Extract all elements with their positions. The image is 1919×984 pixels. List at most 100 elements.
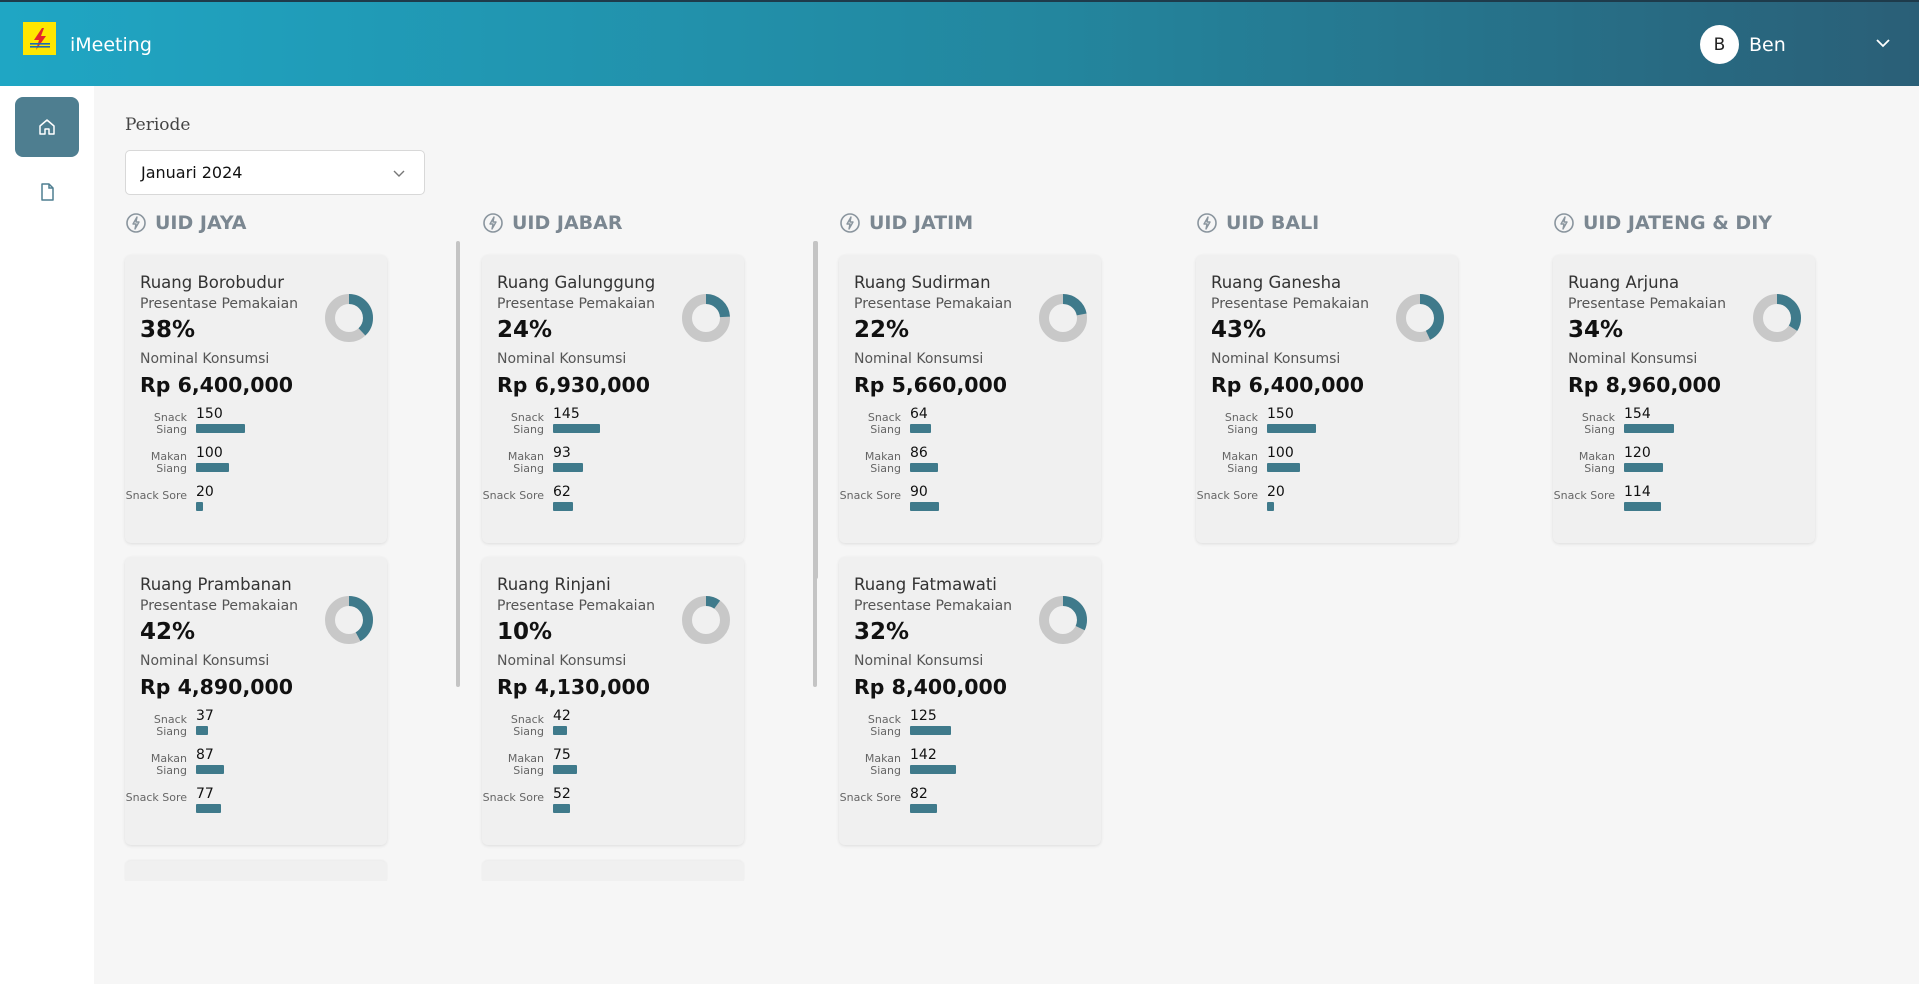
room-card-partial[interactable] xyxy=(125,861,387,881)
consumption-bar xyxy=(910,726,951,735)
consumption-row: Snack Sore 114 xyxy=(1553,484,1815,514)
consumption-item-value: 150 xyxy=(1267,406,1294,422)
consumption-row: Snack Sore 52 xyxy=(482,786,744,816)
user-menu[interactable]: B Ben xyxy=(1700,25,1786,64)
document-icon xyxy=(41,183,54,201)
consumption-item-value: 154 xyxy=(1624,406,1651,422)
consumption-item-label: Snack Siang xyxy=(867,713,901,738)
consumption-item-label: Snack Siang xyxy=(153,713,187,738)
region-header: UID JAYA xyxy=(125,212,246,234)
consumption-item-label: Snack Sore xyxy=(839,489,901,502)
consumption-item-label: Makan Siang xyxy=(507,752,544,777)
room-card[interactable]: Ruang Borobudur Presentase Pemakaian 38% No… xyxy=(125,255,387,543)
sidebar xyxy=(0,86,94,984)
consumption-row: Snack Siang 150 xyxy=(125,406,387,436)
consumption-bar xyxy=(553,502,573,511)
consumption-item-label: Makan Siang xyxy=(150,752,187,777)
usage-label: Presentase Pemakaian xyxy=(497,296,656,312)
consumption-bar xyxy=(910,804,937,813)
room-card[interactable]: Ruang Arjuna Presentase Pemakaian 34% Nomin… xyxy=(1553,255,1815,543)
region-title: UID JABAR xyxy=(512,212,623,234)
consumption-nominal: Rp 6,400,000 xyxy=(1211,373,1365,397)
consumption-item-label: Snack Siang xyxy=(867,411,901,436)
lightning-icon xyxy=(840,213,860,233)
consumption-bar xyxy=(196,424,245,433)
consumption-row: Makan Siang 87 xyxy=(125,747,387,777)
column-scrollbar[interactable] xyxy=(814,241,818,579)
consumption-label: Nominal Konsumsi xyxy=(140,351,270,367)
room-name: Ruang Borobudur xyxy=(140,273,285,292)
usage-percent: 34% xyxy=(1568,317,1624,343)
usage-donut-chart xyxy=(1039,596,1087,644)
consumption-bar xyxy=(1267,424,1316,433)
room-card[interactable]: Ruang Sudirman Presentase Pemakaian 22% Nom… xyxy=(839,255,1101,543)
usage-label: Presentase Pemakaian xyxy=(140,296,299,312)
consumption-item-value: 20 xyxy=(196,484,214,500)
room-card[interactable]: Ruang Galunggung Presentase Pemakaian 24% N… xyxy=(482,255,744,543)
usage-percent: 32% xyxy=(854,619,910,645)
consumption-item-label: Snack Sore xyxy=(125,489,187,502)
consumption-item-value: 93 xyxy=(553,445,571,461)
consumption-nominal: Rp 8,960,000 xyxy=(1568,373,1722,397)
consumption-item-value: 114 xyxy=(1624,484,1651,500)
consumption-label: Nominal Konsumsi xyxy=(854,653,984,669)
consumption-row: Snack Siang 42 xyxy=(482,708,744,738)
sidebar-item-home[interactable] xyxy=(15,97,79,157)
consumption-row: Snack Siang 145 xyxy=(482,406,744,436)
app-logo[interactable] xyxy=(23,22,56,55)
sidebar-item-document[interactable] xyxy=(15,162,79,222)
consumption-bar xyxy=(196,463,229,472)
user-name[interactable]: Ben xyxy=(1749,34,1786,56)
column-scrollbar[interactable] xyxy=(456,241,460,687)
consumption-row: Snack Siang 154 xyxy=(1553,406,1815,436)
consumption-row: Makan Siang 93 xyxy=(482,445,744,475)
room-card-partial[interactable] xyxy=(482,861,744,881)
consumption-nominal: Rp 6,400,000 xyxy=(140,373,294,397)
consumption-row: Makan Siang 100 xyxy=(1196,445,1458,475)
consumption-item-value: 125 xyxy=(910,708,937,724)
usage-percent: 43% xyxy=(1211,317,1267,343)
region-title: UID BALI xyxy=(1226,212,1320,234)
consumption-label: Nominal Konsumsi xyxy=(497,653,627,669)
donut-track xyxy=(682,596,730,644)
consumption-nominal: Rp 6,930,000 xyxy=(497,373,651,397)
chevron-down-icon[interactable] xyxy=(1875,36,1891,50)
consumption-row: Snack Siang 64 xyxy=(839,406,1101,436)
consumption-item-label: Snack Sore xyxy=(482,489,544,502)
usage-donut-chart xyxy=(325,596,373,644)
room-card[interactable]: Ruang Ganesha Presentase Pemakaian 43% Nomi… xyxy=(1196,255,1458,543)
region-header: UID JABAR xyxy=(482,212,622,234)
lightning-icon xyxy=(126,213,146,233)
consumption-item-label: Makan Siang xyxy=(1221,450,1258,475)
room-card[interactable]: Ruang Prambanan Presentase Pemakaian 42% No… xyxy=(125,557,387,845)
chevron-down-icon xyxy=(393,170,405,177)
consumption-item-label: Snack Sore xyxy=(482,791,544,804)
consumption-item-value: 82 xyxy=(910,786,928,802)
periode-select[interactable]: Januari 2024 xyxy=(125,150,425,195)
consumption-row: Makan Siang 142 xyxy=(839,747,1101,777)
usage-donut-chart xyxy=(325,294,373,342)
room-name: Ruang Ganesha xyxy=(1211,273,1342,292)
consumption-row: Makan Siang 120 xyxy=(1553,445,1815,475)
region-title: UID JATIM xyxy=(869,212,974,234)
consumption-nominal: Rp 4,130,000 xyxy=(497,675,651,699)
consumption-row: Makan Siang 75 xyxy=(482,747,744,777)
consumption-item-value: 100 xyxy=(1267,445,1294,461)
consumption-row: Snack Sore 20 xyxy=(1196,484,1458,514)
consumption-item-label: Snack Siang xyxy=(510,713,544,738)
consumption-label: Nominal Konsumsi xyxy=(1568,351,1698,367)
consumption-bar xyxy=(553,726,567,735)
usage-percent: 42% xyxy=(140,619,196,645)
room-card[interactable]: Ruang Fatmawati Presentase Pemakaian 32% No… xyxy=(839,557,1101,845)
consumption-item-value: 150 xyxy=(196,406,223,422)
home-icon xyxy=(39,119,55,135)
consumption-row: Snack Sore 82 xyxy=(839,786,1101,816)
room-name: Ruang Fatmawati xyxy=(854,575,997,594)
usage-donut-chart xyxy=(1753,294,1801,342)
usage-donut-chart xyxy=(1396,294,1444,342)
consumption-item-label: Snack Siang xyxy=(153,411,187,436)
room-card[interactable]: Ruang Rinjani Presentase Pemakaian 10% Nomi… xyxy=(482,557,744,845)
usage-percent: 22% xyxy=(854,317,910,343)
region-header: UID JATIM xyxy=(839,212,973,234)
avatar[interactable]: B xyxy=(1700,25,1739,64)
